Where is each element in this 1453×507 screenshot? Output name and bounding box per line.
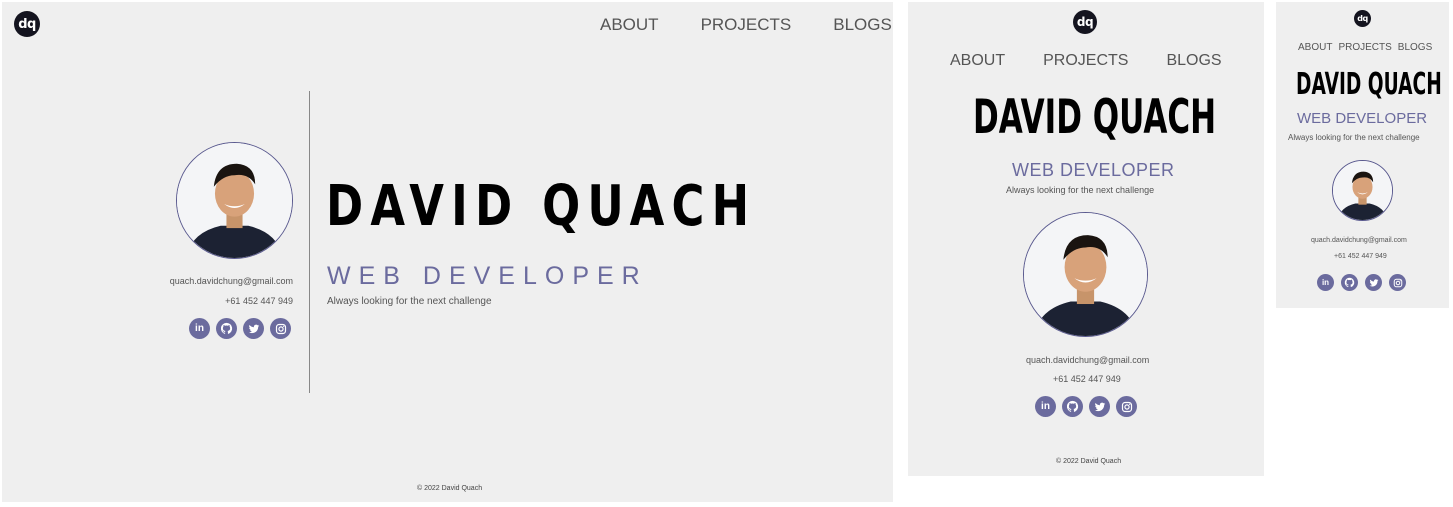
- main-nav: ABOUT PROJECTS BLOGS: [600, 15, 892, 35]
- nav-projects[interactable]: PROJECTS: [1338, 42, 1391, 53]
- tablet-view: dq ABOUT PROJECTS BLOGS DAVID QUACH WEB …: [908, 2, 1264, 476]
- main-nav: ABOUT PROJECTS BLOGS: [950, 52, 1222, 70]
- nav-blogs[interactable]: BLOGS: [1166, 52, 1221, 70]
- nav-about[interactable]: ABOUT: [950, 52, 1005, 70]
- github-icon[interactable]: [1341, 274, 1358, 291]
- linkedin-icon[interactable]: in: [1035, 396, 1056, 417]
- instagram-icon[interactable]: [270, 318, 291, 339]
- divider: [309, 91, 310, 393]
- logo[interactable]: dq: [1073, 10, 1097, 34]
- linkedin-icon[interactable]: in: [189, 318, 210, 339]
- phone: +61 452 447 949: [1334, 253, 1387, 260]
- nav-blogs[interactable]: BLOGS: [1398, 42, 1432, 53]
- email[interactable]: quach.davidchung@gmail.com: [1311, 237, 1407, 244]
- profile-photo: [177, 143, 292, 258]
- profile-photo: [1333, 161, 1392, 220]
- hero-role: WEB DEVELOPER: [1012, 160, 1175, 180]
- logo[interactable]: dq: [14, 11, 40, 37]
- social-links: in: [189, 318, 291, 339]
- avatar: [176, 142, 293, 259]
- nav-blogs[interactable]: BLOGS: [833, 15, 892, 35]
- social-links: in: [1035, 396, 1137, 417]
- profile-photo: [1024, 213, 1147, 336]
- nav-projects[interactable]: PROJECTS: [701, 15, 792, 35]
- hero-name: DAVID QUACH: [326, 174, 757, 239]
- hero-name: DAVID QUACH: [973, 90, 1217, 145]
- mobile-view: dq ABOUT PROJECTS BLOGS DAVID QUACH WEB …: [1276, 2, 1449, 308]
- hero-role: WEB DEVELOPER: [1297, 110, 1428, 127]
- nav-about[interactable]: ABOUT: [600, 15, 659, 35]
- email[interactable]: quach.davidchung@gmail.com: [170, 276, 293, 286]
- instagram-icon[interactable]: [1389, 274, 1406, 291]
- avatar: [1023, 212, 1148, 337]
- email[interactable]: quach.davidchung@gmail.com: [1026, 355, 1149, 365]
- linkedin-icon[interactable]: in: [1317, 274, 1334, 291]
- github-icon[interactable]: [216, 318, 237, 339]
- instagram-icon[interactable]: [1116, 396, 1137, 417]
- hero-tagline: Always looking for the next challenge: [1006, 185, 1155, 195]
- desktop-view: dq ABOUT PROJECTS BLOGS quach.davidchung…: [2, 2, 893, 502]
- logo[interactable]: dq: [1354, 10, 1371, 27]
- main-nav: ABOUT PROJECTS BLOGS: [1298, 42, 1432, 53]
- github-icon[interactable]: [1062, 396, 1083, 417]
- nav-about[interactable]: ABOUT: [1298, 42, 1332, 53]
- twitter-icon[interactable]: [1089, 396, 1110, 417]
- hero-name: DAVID QUACH: [1296, 67, 1442, 102]
- hero-role: WEB DEVELOPER: [327, 262, 648, 290]
- footer-copyright: © 2022 David Quach: [1056, 458, 1122, 465]
- phone: +61 452 447 949: [1053, 374, 1121, 384]
- phone: +61 452 447 949: [225, 296, 293, 306]
- avatar: [1332, 160, 1393, 221]
- footer-copyright: © 2022 David Quach: [417, 485, 483, 492]
- nav-projects[interactable]: PROJECTS: [1043, 52, 1128, 70]
- twitter-icon[interactable]: [243, 318, 264, 339]
- twitter-icon[interactable]: [1365, 274, 1382, 291]
- social-links: in: [1317, 274, 1406, 291]
- hero-tagline: Always looking for the next challenge: [327, 296, 492, 307]
- hero-tagline: Always looking for the next challenge: [1288, 133, 1420, 142]
